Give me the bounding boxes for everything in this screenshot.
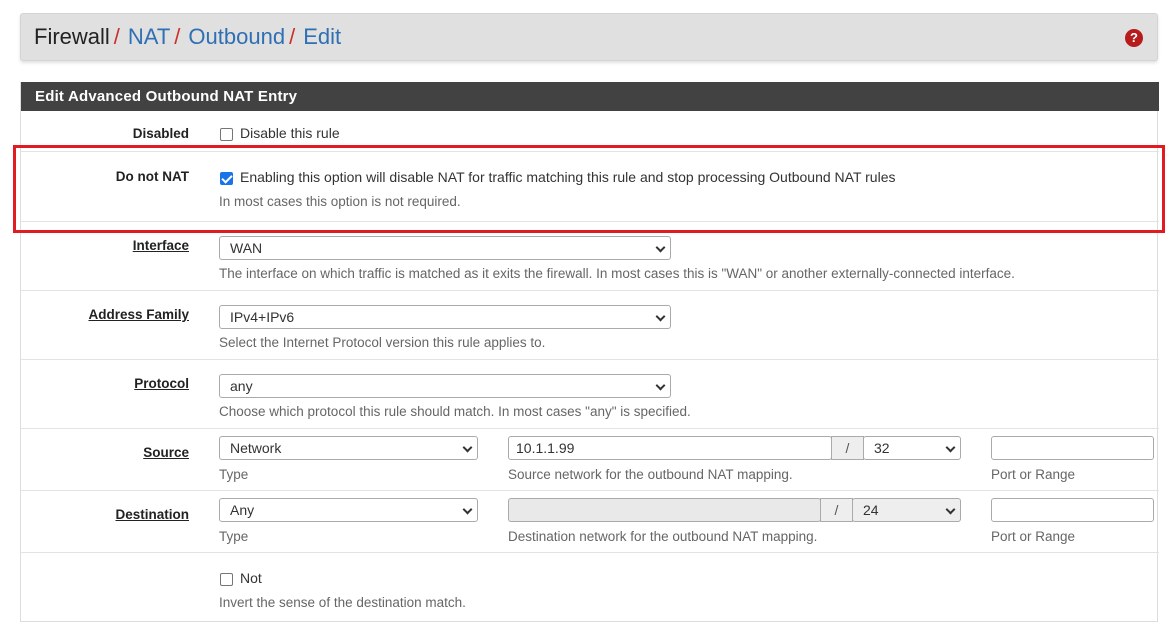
disable-rule-label: Disable this rule xyxy=(240,125,340,141)
chevron-down-icon xyxy=(655,380,666,391)
protocol-label[interactable]: Protocol xyxy=(21,376,189,391)
address-family-value: IPv4+IPv6 xyxy=(230,309,295,325)
breadcrumb-edit[interactable]: Edit xyxy=(303,24,341,49)
interface-label[interactable]: Interface xyxy=(21,238,189,253)
source-mask-value: 32 xyxy=(874,440,890,456)
disabled-label: Disabled xyxy=(132,126,189,141)
source-row: Source Network Type 10.1.1.99 / 32 Sourc… xyxy=(21,429,1159,491)
address-family-row: Address Family IPv4+IPv6 Select the Inte… xyxy=(21,291,1159,360)
destination-label[interactable]: Destination xyxy=(21,507,189,522)
chevron-down-icon xyxy=(462,442,473,453)
do-not-nat-row: Do not NAT Enabling this option will dis… xyxy=(21,152,1159,222)
address-family-select[interactable]: IPv4+IPv6 xyxy=(219,305,671,329)
source-label[interactable]: Source xyxy=(21,445,189,460)
destination-type-value: Any xyxy=(230,502,255,518)
chevron-down-icon xyxy=(945,442,956,453)
destination-type-help: Type xyxy=(219,529,249,544)
do-not-nat-checkbox-label: Enabling this option will disable NAT fo… xyxy=(240,169,896,185)
edit-nat-panel: Edit Advanced Outbound NAT Entry Disable… xyxy=(20,82,1159,622)
chevron-down-icon xyxy=(655,311,666,322)
destination-port-input[interactable] xyxy=(991,498,1154,522)
protocol-row: Protocol any Choose which protocol this … xyxy=(21,360,1159,429)
protocol-value: any xyxy=(230,378,253,394)
destination-slash-addon: / xyxy=(820,498,853,522)
breadcrumb-bar: Firewall / NAT / Outbound / Edit ? xyxy=(20,13,1158,61)
not-checkbox-label: Not xyxy=(240,570,262,586)
destination-address-help: Destination network for the outbound NAT… xyxy=(508,529,818,544)
question-circle-icon[interactable]: ? xyxy=(1125,29,1143,47)
destination-port-help: Port or Range xyxy=(991,529,1076,544)
disabled-row: Disabled Disable this rule xyxy=(21,111,1159,152)
destination-mask-select[interactable]: 24 xyxy=(852,498,961,522)
source-type-select[interactable]: Network xyxy=(219,436,478,460)
source-type-help: Type xyxy=(219,467,249,482)
interface-value: WAN xyxy=(230,240,263,256)
breadcrumb-separator: / xyxy=(113,24,120,49)
do-not-nat-label: Do not NAT xyxy=(115,169,189,184)
chevron-down-icon xyxy=(655,242,666,253)
breadcrumb-separator: / xyxy=(174,24,181,49)
protocol-help: Choose which protocol this rule should m… xyxy=(219,404,691,419)
not-checkbox[interactable] xyxy=(220,573,233,586)
not-row: Not Invert the sense of the destination … xyxy=(21,553,1159,622)
do-not-nat-help: In most cases this option is not require… xyxy=(219,194,461,209)
address-family-label[interactable]: Address Family xyxy=(21,307,189,322)
source-address-help: Source network for the outbound NAT mapp… xyxy=(508,467,793,482)
source-slash-addon: / xyxy=(831,436,864,460)
destination-mask-value: 24 xyxy=(863,502,879,518)
do-not-nat-checkbox[interactable] xyxy=(220,172,233,185)
breadcrumb-nat[interactable]: NAT xyxy=(128,24,170,49)
panel-title: Edit Advanced Outbound NAT Entry xyxy=(21,82,1159,111)
source-port-input[interactable] xyxy=(991,436,1154,460)
breadcrumb-firewall: Firewall xyxy=(34,24,110,49)
breadcrumb-separator: / xyxy=(289,24,296,49)
address-family-help: Select the Internet Protocol version thi… xyxy=(219,335,546,350)
destination-address-input[interactable] xyxy=(508,498,821,522)
breadcrumb: Firewall / NAT / Outbound / Edit xyxy=(34,24,341,50)
disable-rule-checkbox[interactable] xyxy=(220,128,233,141)
destination-row: Destination Any Type / 24 Destination ne… xyxy=(21,491,1159,553)
interface-help: The interface on which traffic is matche… xyxy=(219,266,1015,281)
source-type-value: Network xyxy=(230,440,282,456)
source-address-input[interactable]: 10.1.1.99 xyxy=(508,436,832,460)
chevron-down-icon xyxy=(945,504,956,515)
source-port-help: Port or Range xyxy=(991,467,1076,482)
source-mask-select[interactable]: 32 xyxy=(863,436,961,460)
breadcrumb-outbound[interactable]: Outbound xyxy=(188,24,285,49)
chevron-down-icon xyxy=(462,504,473,515)
protocol-select[interactable]: any xyxy=(219,374,671,398)
interface-select[interactable]: WAN xyxy=(219,236,671,260)
destination-type-select[interactable]: Any xyxy=(219,498,478,522)
not-help: Invert the sense of the destination matc… xyxy=(219,595,466,610)
interface-row: Interface WAN The interface on which tra… xyxy=(21,222,1159,291)
